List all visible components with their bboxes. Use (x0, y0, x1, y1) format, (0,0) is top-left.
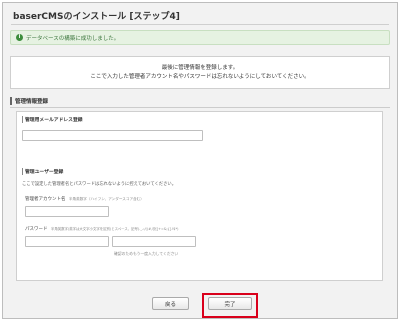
notice-line-2: ここで入力した管理者アカウント名やパスワードは忘れないようにしておいてください。 (90, 73, 310, 80)
section-rule (10, 107, 390, 108)
finish-button-highlight (202, 293, 258, 318)
success-message: データベースの構築に成功しました。 (26, 35, 120, 42)
title-divider (11, 24, 389, 25)
account-name-input[interactable] (25, 206, 109, 217)
password-input[interactable] (25, 236, 109, 247)
installer-window: baserCMSのインストール [ステップ4] i データベースの構築に成功しま… (2, 2, 398, 319)
account-name-hint: 半角英数字（ハイフン、アンダースコア含む） (68, 197, 144, 201)
password-confirm-input[interactable] (112, 236, 196, 247)
success-alert: i データベースの構築に成功しました。 (10, 30, 390, 45)
admin-email-input[interactable] (22, 130, 203, 141)
password-confirm-hint: 確認のためもう一度入力してください (114, 251, 179, 256)
password-label-text: パスワード (25, 227, 48, 232)
notice-box: 最後に管理情報を登録します。 ここで入力した管理者アカウント名やパスワードは忘れ… (10, 56, 390, 89)
account-name-label-text: 管理者アカウント名 (25, 197, 66, 202)
form-panel: 管理用メールアドレス登録 管理ユーザー登録 ここで設定した管理者名とパスワードは… (16, 111, 383, 281)
admin-description: ここで設定した管理者名とパスワードは忘れないように控えておいてください。 (22, 182, 176, 187)
notice-line-1: 最後に管理情報を登録します。 (161, 64, 239, 71)
page-title: baserCMSのインストール [ステップ4] (13, 12, 180, 22)
account-name-label: 管理者アカウント名 半角英数字（ハイフン、アンダースコア含む） (25, 196, 144, 202)
info-icon: i (16, 34, 23, 41)
email-section-title: 管理用メールアドレス登録 (22, 116, 83, 123)
back-button[interactable]: 戻る (152, 297, 189, 310)
password-hint: 半角英数字(英字は大文字小文字を区別)とスペース、記号(._-:/()#,@[]… (50, 227, 179, 231)
section-title: 管理情報登録 (10, 97, 48, 105)
admin-section-title: 管理ユーザー登録 (22, 168, 63, 175)
password-label: パスワード 半角英数字(英字は大文字小文字を区別)とスペース、記号(._-:/(… (25, 226, 178, 232)
